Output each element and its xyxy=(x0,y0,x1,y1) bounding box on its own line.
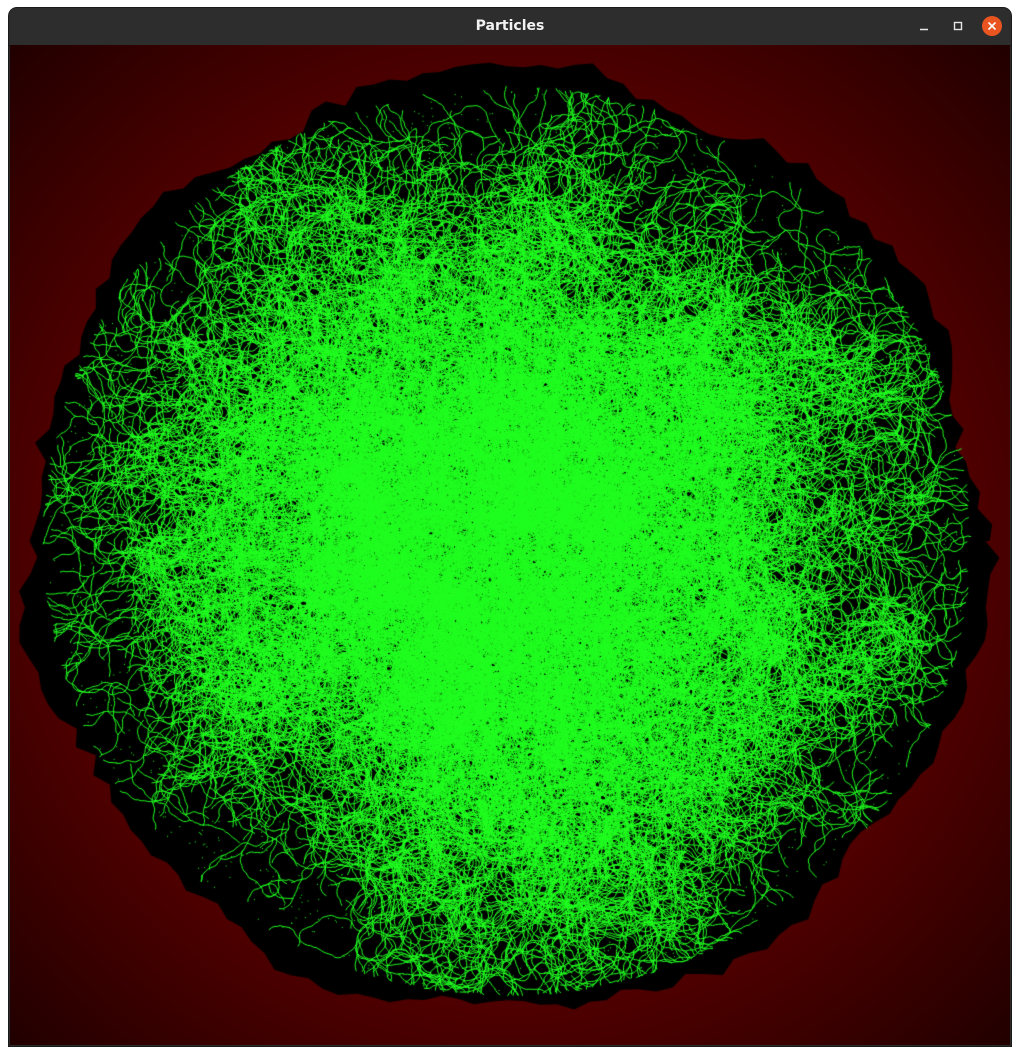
dla-particle-canvas[interactable] xyxy=(10,45,1010,1045)
minimize-button[interactable] xyxy=(914,16,934,36)
close-icon xyxy=(987,21,997,31)
window-title: Particles xyxy=(475,18,545,34)
title-bar[interactable]: Particles xyxy=(9,8,1011,46)
particle-canvas-area[interactable] xyxy=(10,45,1010,1045)
app-window: Particles xyxy=(9,8,1011,1046)
maximize-button[interactable] xyxy=(948,16,968,36)
close-button[interactable] xyxy=(982,16,1002,36)
maximize-icon xyxy=(953,21,963,31)
minimize-icon xyxy=(920,28,928,31)
